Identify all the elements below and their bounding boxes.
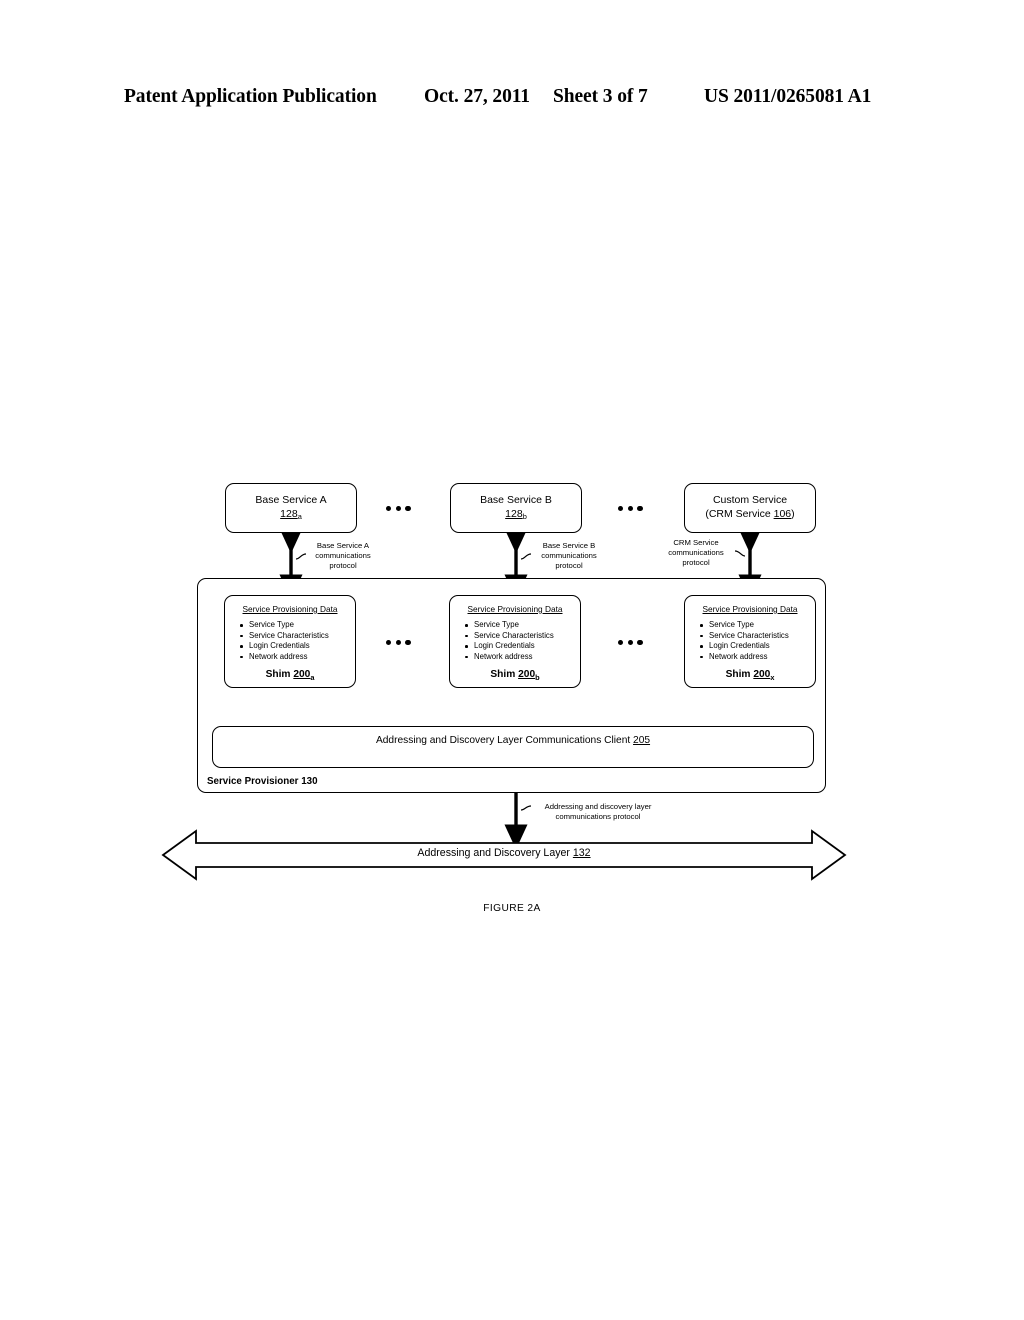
list-item: Service Type xyxy=(465,620,580,631)
list-item: Service Type xyxy=(240,620,355,631)
base-service-a-label: Base Service A xyxy=(255,494,327,506)
list-item: Service Characteristics xyxy=(465,631,580,642)
list-item: Login Credentials xyxy=(240,641,355,652)
service-provisioner-label: Service Provisioner 130 xyxy=(207,776,318,787)
list-item: Service Characteristics xyxy=(700,631,815,642)
custom-service-box[interactable]: Custom Service (CRM Service 106) xyxy=(684,483,816,533)
shim-a-spd-title: Service Provisioning Data xyxy=(242,604,338,614)
custom-service-label: Custom Service xyxy=(712,494,788,506)
base-service-b-ref: 128b xyxy=(505,507,527,522)
shim-a-box[interactable]: Service Provisioning Data Service Type S… xyxy=(224,595,356,688)
shim-a-spd-list: Service Type Service Characteristics Log… xyxy=(225,620,355,662)
adl-client-ref: 205 xyxy=(633,735,651,746)
shim-b-label: Shim 200b xyxy=(490,669,540,682)
shim-b-spd-list: Service Type Service Characteristics Log… xyxy=(450,620,580,662)
adl-client-label: Addressing and Discovery Layer Communica… xyxy=(375,735,631,746)
list-item: Network address xyxy=(700,652,815,663)
base-service-b-box[interactable]: Base Service B 128b xyxy=(450,483,582,533)
addressing-discovery-protocol-label: Addressing and discovery layer communica… xyxy=(544,802,652,822)
ellipsis-icon-shim-2 xyxy=(618,640,643,646)
list-item: Network address xyxy=(240,652,355,663)
shim-a-label: Shim 200a xyxy=(265,669,315,682)
base-service-b-protocol-label: Base Service B communications protocol xyxy=(541,541,597,571)
figure-2a-diagram: Base Service A 128a Base Service B 128b … xyxy=(0,0,1024,1320)
ellipsis-icon-top-1 xyxy=(386,506,411,512)
addressing-discovery-layer-label: Addressing and Discovery Layer 132 xyxy=(417,847,591,859)
list-item: Login Credentials xyxy=(465,641,580,652)
crm-service-protocol-label: CRM Service communications protocol xyxy=(668,538,724,568)
shim-x-spd-title: Service Provisioning Data xyxy=(702,604,798,614)
base-service-a-box[interactable]: Base Service A 128a xyxy=(225,483,357,533)
shim-x-box[interactable]: Service Provisioning Data Service Type S… xyxy=(684,595,816,688)
ellipsis-icon-shim-1 xyxy=(386,640,411,646)
base-service-b-label: Base Service B xyxy=(480,494,552,506)
base-service-a-protocol-label: Base Service A communications protocol xyxy=(315,541,371,571)
shim-x-label: Shim 200x xyxy=(725,669,775,682)
list-item: Login Credentials xyxy=(700,641,815,652)
list-item: Network address xyxy=(465,652,580,663)
shim-b-box[interactable]: Service Provisioning Data Service Type S… xyxy=(449,595,581,688)
shim-x-spd-list: Service Type Service Characteristics Log… xyxy=(685,620,815,662)
base-service-a-ref: 128a xyxy=(280,507,302,522)
adl-communications-client-box[interactable]: Addressing and Discovery Layer Communica… xyxy=(212,726,814,768)
figure-caption: FIGURE 2A xyxy=(483,903,541,914)
ellipsis-icon-top-2 xyxy=(618,506,643,512)
list-item: Service Type xyxy=(700,620,815,631)
custom-service-ref: (CRM Service 106) xyxy=(705,507,795,520)
shim-b-spd-title: Service Provisioning Data xyxy=(467,604,563,614)
list-item: Service Characteristics xyxy=(240,631,355,642)
